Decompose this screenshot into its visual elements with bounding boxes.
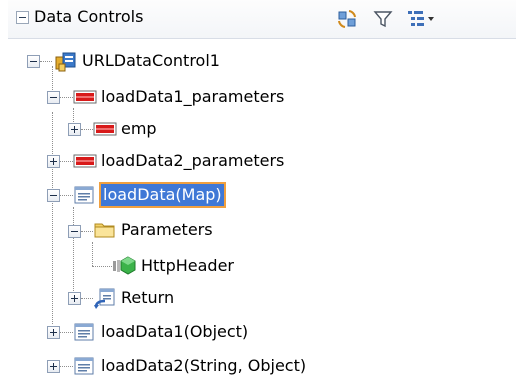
expander-expand[interactable]: [47, 326, 60, 339]
expander-expand[interactable]: [47, 360, 60, 373]
struct-icon: [73, 90, 97, 104]
tree-node-label[interactable]: Parameters: [121, 219, 213, 241]
folder-icon: [94, 223, 115, 238]
tree-guide: [60, 195, 73, 196]
expander-collapse[interactable]: [68, 225, 81, 238]
tree-guide: [40, 61, 52, 62]
expander-collapse[interactable]: [27, 55, 40, 68]
datacontrol-icon: [55, 52, 76, 72]
tree-node-label[interactable]: loadData1(Object): [101, 321, 248, 343]
parameter-icon: [113, 256, 136, 275]
tree-guide: [60, 366, 73, 367]
data-controls-tree: URLDataControl1 loadData1_parameters emp…: [8, 0, 516, 392]
tree-node-label[interactable]: Return: [121, 287, 174, 309]
tree-guide: [92, 266, 112, 267]
tree-node-label[interactable]: URLDataControl1: [82, 50, 220, 72]
tree-node-label[interactable]: loadData2(String, Object): [101, 355, 306, 377]
expander-expand[interactable]: [68, 292, 81, 305]
return-icon: [94, 288, 115, 309]
tree-guide: [52, 112, 53, 324]
expander-collapse[interactable]: [47, 189, 60, 202]
data-controls-panel: Data Controls URLDataControl1 loadData1_…: [8, 0, 516, 392]
expander-collapse[interactable]: [47, 91, 60, 104]
tree-node-label[interactable]: emp: [121, 118, 157, 140]
method-icon: [74, 357, 94, 375]
tree-guide: [60, 97, 73, 98]
struct-icon: [93, 122, 117, 136]
tree-node-label[interactable]: loadData2_parameters: [101, 150, 284, 172]
tree-guide: [73, 207, 74, 295]
tree-node-label[interactable]: loadData1_parameters: [101, 86, 284, 108]
tree-guide: [60, 161, 73, 162]
tree-node-label-selected[interactable]: loadData(Map): [99, 182, 226, 208]
expander-expand[interactable]: [47, 155, 60, 168]
tree-guide: [52, 66, 53, 90]
method-icon: [74, 186, 94, 204]
tree-node-label[interactable]: HttpHeader: [141, 255, 234, 277]
expander-expand[interactable]: [68, 123, 81, 136]
tree-guide: [92, 242, 93, 266]
struct-icon: [73, 154, 97, 168]
tree-guide: [60, 332, 73, 333]
tree-guide: [81, 298, 93, 299]
tree-guide: [81, 129, 93, 130]
method-icon: [74, 323, 94, 341]
tree-guide: [81, 231, 93, 232]
